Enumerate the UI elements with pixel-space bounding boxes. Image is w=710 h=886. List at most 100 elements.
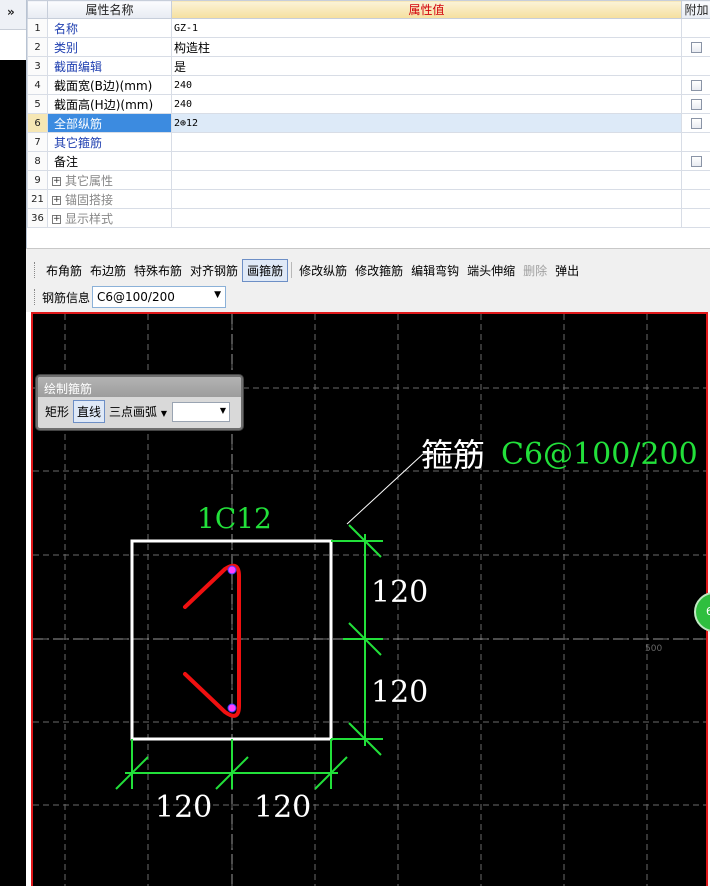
row-number: 6 [27,113,48,133]
table-row[interactable]: 36 + 显示样式 [27,208,710,228]
row-number: 4 [27,75,48,95]
row-number: 2 [27,37,48,57]
row-number: 1 [27,18,48,38]
table-row[interactable]: 5 截面高(H边)(mm) 240 [27,94,710,114]
stirrup-label: 箍筋 [421,436,485,474]
expand-plus-icon[interactable]: + [52,195,61,205]
toolbar-button-7[interactable]: 编辑弯钩 [407,260,463,281]
expand-plus-icon[interactable]: + [52,176,61,186]
property-name-text: 类别 [54,40,79,55]
table-row[interactable]: 6 全部纵筋 2⊕12 [27,113,710,133]
property-name-text: 显示样式 [65,211,114,226]
property-value[interactable]: 240 [171,75,682,95]
empty-cell [48,228,172,247]
property-value[interactable]: GZ-1 [171,18,682,38]
table-row[interactable]: 8 备注 [27,151,710,171]
toolbar-button-8[interactable]: 端头伸缩 [463,260,519,281]
property-name-text: 锚固搭接 [65,192,114,207]
extra-cell [681,170,710,190]
dim-bottom-right: 120 [254,790,311,825]
rebar-point-top [227,565,237,575]
rectangle-button[interactable]: 矩形 [42,401,72,422]
property-name[interactable]: 全部纵筋 [47,113,172,133]
property-value[interactable]: 是 [171,56,682,76]
table-row[interactable]: 3 截面编辑 是 [27,56,710,76]
property-name[interactable]: 其它箍筋 [47,132,172,152]
table-row[interactable]: 9 + 其它属性 [27,170,710,190]
toolbar-grip[interactable] [34,262,37,278]
table-row[interactable]: 4 截面宽(B边)(mm) 240 [27,75,710,95]
toolbar-button-6[interactable]: 修改箍筋 [351,260,407,281]
three-point-arc-label: 三点画弧 [109,405,158,419]
extra-cell [681,56,710,76]
row-number: 5 [27,94,48,114]
property-name[interactable]: 截面编辑 [47,56,172,76]
property-name-text: 截面高(H边)(mm) [54,97,154,112]
table-row[interactable]: 21 + 锚固搭接 [27,189,710,209]
property-name-text: 备注 [54,154,79,169]
header-property-value: 属性值 [171,0,682,19]
dim-bottom-left: 120 [155,790,212,825]
rebar-hook [183,563,241,718]
extra-checkbox[interactable] [691,156,702,167]
row-number: 3 [27,56,48,76]
line-button[interactable]: 直线 [73,400,106,423]
property-name[interactable]: 截面高(H边)(mm) [47,94,172,114]
toolbar-button-4[interactable]: 画箍筋 [242,258,289,282]
table-row[interactable]: 2 类别 构造柱 [27,37,710,57]
arc-value-select[interactable]: ▼ [172,401,231,422]
toolbar-grip[interactable] [34,289,37,305]
extra-cell[interactable] [681,94,710,114]
empty-cell [172,228,682,247]
property-name[interactable]: 截面宽(B边)(mm) [47,75,172,95]
property-name[interactable]: 名称 [47,18,172,38]
property-value[interactable]: 构造柱 [171,37,682,57]
extra-checkbox[interactable] [691,99,702,110]
draw-panel-title[interactable]: 绘制箍筋 [38,377,241,397]
property-name[interactable]: + 锚固搭接 [47,189,172,209]
draw-panel-body: 矩形 直线 三点画弧 ▼ ▼ [38,397,241,426]
property-name-text: 截面宽(B边)(mm) [54,78,153,93]
row-number: 21 [27,189,48,209]
header-extra: 附加 [681,0,710,19]
property-name-text: 其它属性 [65,173,114,188]
property-name-text: 全部纵筋 [54,116,103,131]
property-name[interactable]: + 其它属性 [47,170,172,190]
extra-cell[interactable] [681,113,710,133]
rebar-toolbar: 布角筋 布边筋 特殊布筋 对齐钢筋 画箍筋 修改纵筋 修改箍筋 编辑弯钩 端头伸缩 删除 弹出 [34,258,583,282]
toolbar-button-3[interactable]: 对齐钢筋 [186,260,242,281]
property-value[interactable]: 2⊕12 [171,113,682,133]
property-name-text: 其它箍筋 [54,135,103,150]
property-value[interactable] [171,151,682,171]
expand-plus-icon[interactable]: + [52,214,61,224]
toolbar-button-10[interactable]: 弹出 [551,260,583,281]
extra-checkbox[interactable] [691,118,702,129]
table-row[interactable]: 1 名称 GZ-1 [27,18,710,38]
expand-panel-button[interactable]: » [0,0,26,30]
property-name[interactable]: 类别 [47,37,172,57]
extra-cell[interactable] [681,151,710,171]
extra-cell[interactable] [681,37,710,57]
property-name[interactable]: 备注 [47,151,172,171]
rebar-info-select[interactable]: C6@100/200 ▼ [92,286,227,308]
extra-cell [681,208,710,228]
property-value[interactable] [171,170,682,190]
table-row[interactable]: 7 其它箍筋 [27,132,710,152]
draw-stirrup-panel[interactable]: 绘制箍筋 矩形 直线 三点画弧 ▼ ▼ [36,375,243,430]
toolbar-button-9[interactable]: 删除 [519,260,551,281]
property-value[interactable]: 240 [171,94,682,114]
extra-cell[interactable] [681,75,710,95]
toolbar-button-1[interactable]: 布边筋 [86,260,130,281]
table-header-row: 属性名称 属性值 附加 [27,0,710,19]
extra-checkbox[interactable] [691,42,702,53]
toolbar-button-0[interactable]: 布角筋 [42,260,86,281]
app-window: » 属性名称 属性值 附加 1 名称 GZ-1 2 类别 构造柱 3 截面编辑 是 4 截面宽(B边… [0,0,710,886]
extra-checkbox[interactable] [691,80,702,91]
property-value[interactable] [171,189,682,209]
property-name[interactable]: + 显示样式 [47,208,172,228]
property-value[interactable] [171,208,682,228]
toolbar-button-2[interactable]: 特殊布筋 [130,260,186,281]
property-value[interactable] [171,132,682,152]
toolbar-button-5[interactable]: 修改纵筋 [295,260,351,281]
three-point-arc-dropdown[interactable]: 三点画弧 ▼ [106,401,170,422]
